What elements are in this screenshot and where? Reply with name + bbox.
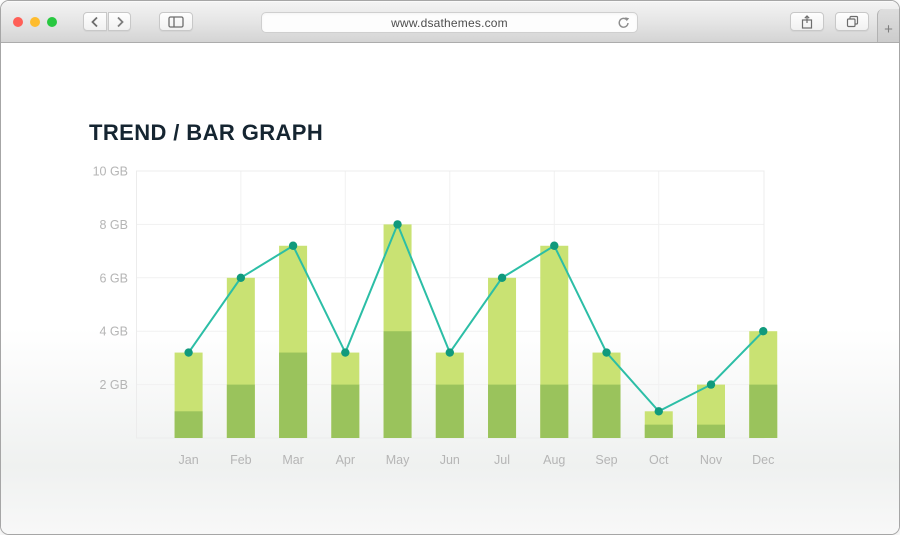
x-axis-label: Sep [595, 453, 617, 467]
x-axis-label: Apr [336, 453, 355, 467]
trend-point [707, 380, 715, 388]
y-axis-label: 8 GB [100, 218, 129, 232]
trend-bar-chart: 2 GB 4 GB 6 GB 8 GB 10 GB Jan Feb Mar Apr May Jun J… [1, 43, 900, 535]
bar-base-segment [749, 385, 777, 438]
traffic-lights [13, 17, 57, 27]
bar-base-segment [175, 411, 203, 438]
bar-base-segment [645, 425, 673, 438]
forward-button[interactable] [108, 12, 131, 31]
chevron-left-icon [91, 16, 99, 28]
browser-window: www.dsathemes.com + [0, 0, 900, 535]
share-icon [801, 15, 813, 29]
address-bar[interactable]: www.dsathemes.com [261, 12, 638, 33]
bar-base-segment [488, 385, 516, 438]
x-axis-label: Mar [282, 453, 304, 467]
toolbar-right-group [790, 12, 869, 31]
x-axis-label: Jan [179, 453, 199, 467]
back-button[interactable] [83, 12, 107, 31]
tab-overview-button[interactable] [835, 12, 869, 31]
browser-toolbar: www.dsathemes.com + [1, 1, 899, 43]
trend-point [289, 242, 297, 250]
trend-point [341, 348, 349, 356]
trend-point [184, 348, 192, 356]
x-axis-label: Nov [700, 453, 723, 467]
trend-point [498, 274, 506, 282]
web-page: TREND / BAR GRAPH 2 GB4 GB6 GB8 GB10 GBJ… [1, 43, 899, 535]
x-axis-label: Jul [494, 453, 510, 467]
x-axis-label: Jun [440, 453, 460, 467]
trend-point [550, 242, 558, 250]
sidebar-toggle-button[interactable] [159, 12, 193, 31]
bar-base-segment [593, 385, 621, 438]
reload-icon[interactable] [617, 16, 630, 30]
y-axis-label: 4 GB [100, 325, 129, 339]
x-axis-label: Dec [752, 453, 774, 467]
sidebar-icon [168, 16, 184, 28]
trend-point [655, 407, 663, 415]
trend-point [393, 220, 401, 228]
new-tab-button[interactable]: + [877, 9, 899, 42]
x-axis-label: Feb [230, 453, 252, 467]
tabs-icon [846, 15, 859, 28]
bar-base-segment [227, 385, 255, 438]
bar-base-segment [697, 425, 725, 438]
trend-line [189, 224, 764, 411]
share-button[interactable] [790, 12, 824, 31]
x-axis-label: May [386, 453, 410, 467]
bar-base-segment [279, 353, 307, 438]
x-axis-label: Oct [649, 453, 669, 467]
minimize-window-button[interactable] [30, 17, 40, 27]
trend-point [602, 348, 610, 356]
y-axis-label: 10 GB [93, 165, 128, 179]
close-window-button[interactable] [13, 17, 23, 27]
chevron-right-icon [116, 16, 124, 28]
zoom-window-button[interactable] [47, 17, 57, 27]
bar-base-segment [540, 385, 568, 438]
y-axis-label: 2 GB [100, 378, 129, 392]
x-axis-label: Aug [543, 453, 565, 467]
bar-base-segment [436, 385, 464, 438]
trend-point [759, 327, 767, 335]
plus-icon: + [884, 22, 893, 37]
trend-point [237, 274, 245, 282]
bar-base-segment [331, 385, 359, 438]
bar-base-segment [384, 331, 412, 438]
y-axis-label: 6 GB [100, 271, 129, 285]
url-text: www.dsathemes.com [391, 16, 508, 30]
trend-point [446, 348, 454, 356]
